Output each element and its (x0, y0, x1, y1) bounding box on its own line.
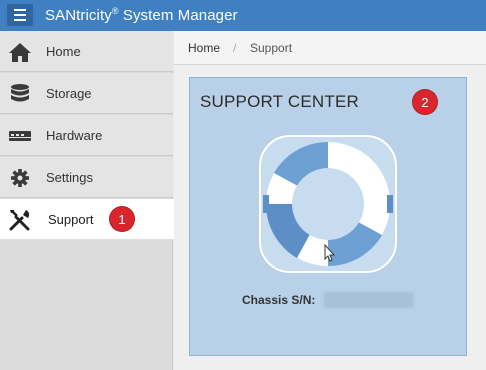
callout-badge: 1 (110, 207, 134, 231)
sidebar-item-label: Settings (46, 170, 93, 185)
life-ring-icon (259, 135, 397, 273)
database-icon (11, 84, 29, 102)
sidebar-item-hardware[interactable]: Hardware (0, 115, 173, 156)
sidebar-item-label: Home (46, 44, 81, 59)
hamburger-icon (14, 9, 26, 11)
sidebar-item-settings[interactable]: Settings (0, 157, 173, 198)
sidebar-item-label: Hardware (46, 128, 103, 143)
sidebar-item-support[interactable]: Support 1 (0, 199, 174, 240)
top-header-bar: SANtricity® System Manager (0, 0, 486, 31)
breadcrumb-home-link[interactable]: Home (188, 41, 220, 55)
hamburger-menu-button[interactable] (7, 4, 33, 26)
app-title: SANtricity® System Manager (45, 6, 238, 24)
callout-badge: 2 (413, 90, 437, 114)
gear-icon (11, 169, 29, 187)
app-name-suffix: System Manager (118, 7, 238, 24)
app-name: SANtricity (45, 7, 112, 24)
home-icon (9, 43, 31, 62)
support-center-card[interactable]: SUPPORT CENTER 2 Chassis S/N: (189, 77, 467, 356)
chassis-serial-label: Chassis S/N: (242, 293, 316, 307)
breadcrumb-separator: / (233, 41, 237, 55)
chassis-serial-value (324, 292, 414, 308)
sidebar-nav: Home Storage Hardware Settings Support 1 (0, 31, 174, 370)
sidebar-item-label: Support (48, 212, 94, 227)
main-content: Home / Support SUPPORT CENTER 2 Chassis … (174, 31, 486, 370)
breadcrumb: Home / Support (174, 31, 486, 65)
sidebar-item-label: Storage (46, 86, 92, 101)
breadcrumb-current: Support (250, 41, 293, 55)
sidebar-item-home[interactable]: Home (0, 31, 173, 72)
hardware-icon (9, 131, 31, 141)
sidebar-item-storage[interactable]: Storage (0, 73, 173, 114)
tools-icon (9, 210, 30, 231)
registered-mark: ® (111, 6, 119, 16)
support-center-title: SUPPORT CENTER (200, 92, 359, 111)
